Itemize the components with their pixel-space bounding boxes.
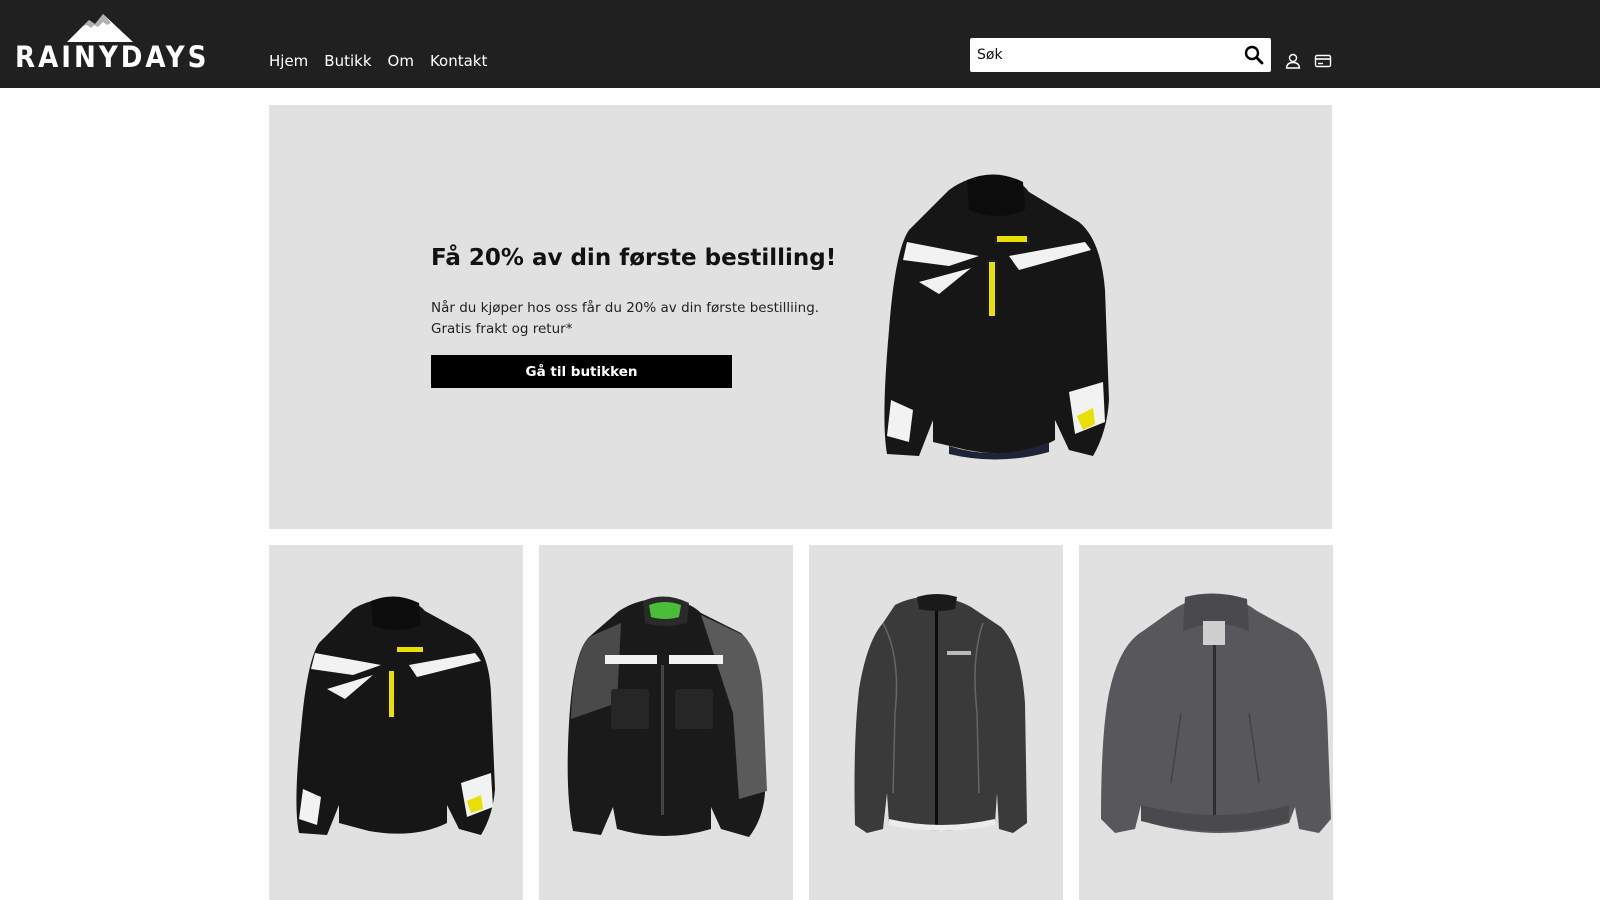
product-card[interactable] [539, 545, 793, 900]
product-image [854, 594, 1027, 833]
product-image [1101, 593, 1331, 833]
user-icon[interactable] [1284, 52, 1302, 70]
product-image [296, 596, 495, 835]
mountain-icon [67, 14, 133, 42]
product-card[interactable] [269, 545, 523, 900]
hero-banner: Få 20% av din første bestilling! Når du … [269, 105, 1332, 529]
nav-link-butikk[interactable]: Butikk [324, 51, 371, 71]
product-card[interactable] [809, 545, 1063, 900]
main-nav: Hjem Butikk Om Kontakt [269, 51, 487, 71]
brand-logo[interactable]: RAINYDAYS [15, 14, 210, 76]
card-icon[interactable] [1314, 52, 1332, 70]
search-box [970, 38, 1271, 72]
search-icon[interactable] [1243, 44, 1265, 66]
nav-link-kontakt[interactable]: Kontakt [430, 51, 487, 71]
nav-link-hjem[interactable]: Hjem [269, 51, 308, 71]
hero-description: Når du kjøper hos oss får du 20% av din … [431, 298, 831, 340]
hero-title: Få 20% av din første bestilling! [431, 245, 837, 271]
brand-name: RAINYDAYS [15, 40, 210, 74]
hero-text-line-2: Gratis frakt og retur* [431, 321, 573, 337]
site-header: RAINYDAYS Hjem Butikk Om Kontakt [0, 0, 1600, 88]
product-card[interactable] [1079, 545, 1333, 900]
nav-link-om[interactable]: Om [388, 51, 414, 71]
hero-text-line-1: Når du kjøper hos oss får du 20% av din … [431, 300, 820, 316]
go-to-shop-button[interactable]: Gå til butikken [431, 355, 732, 388]
product-image [567, 596, 767, 837]
product-grid [269, 545, 1334, 900]
hero-jacket-image [884, 174, 1109, 460]
search-input[interactable] [970, 38, 1232, 72]
